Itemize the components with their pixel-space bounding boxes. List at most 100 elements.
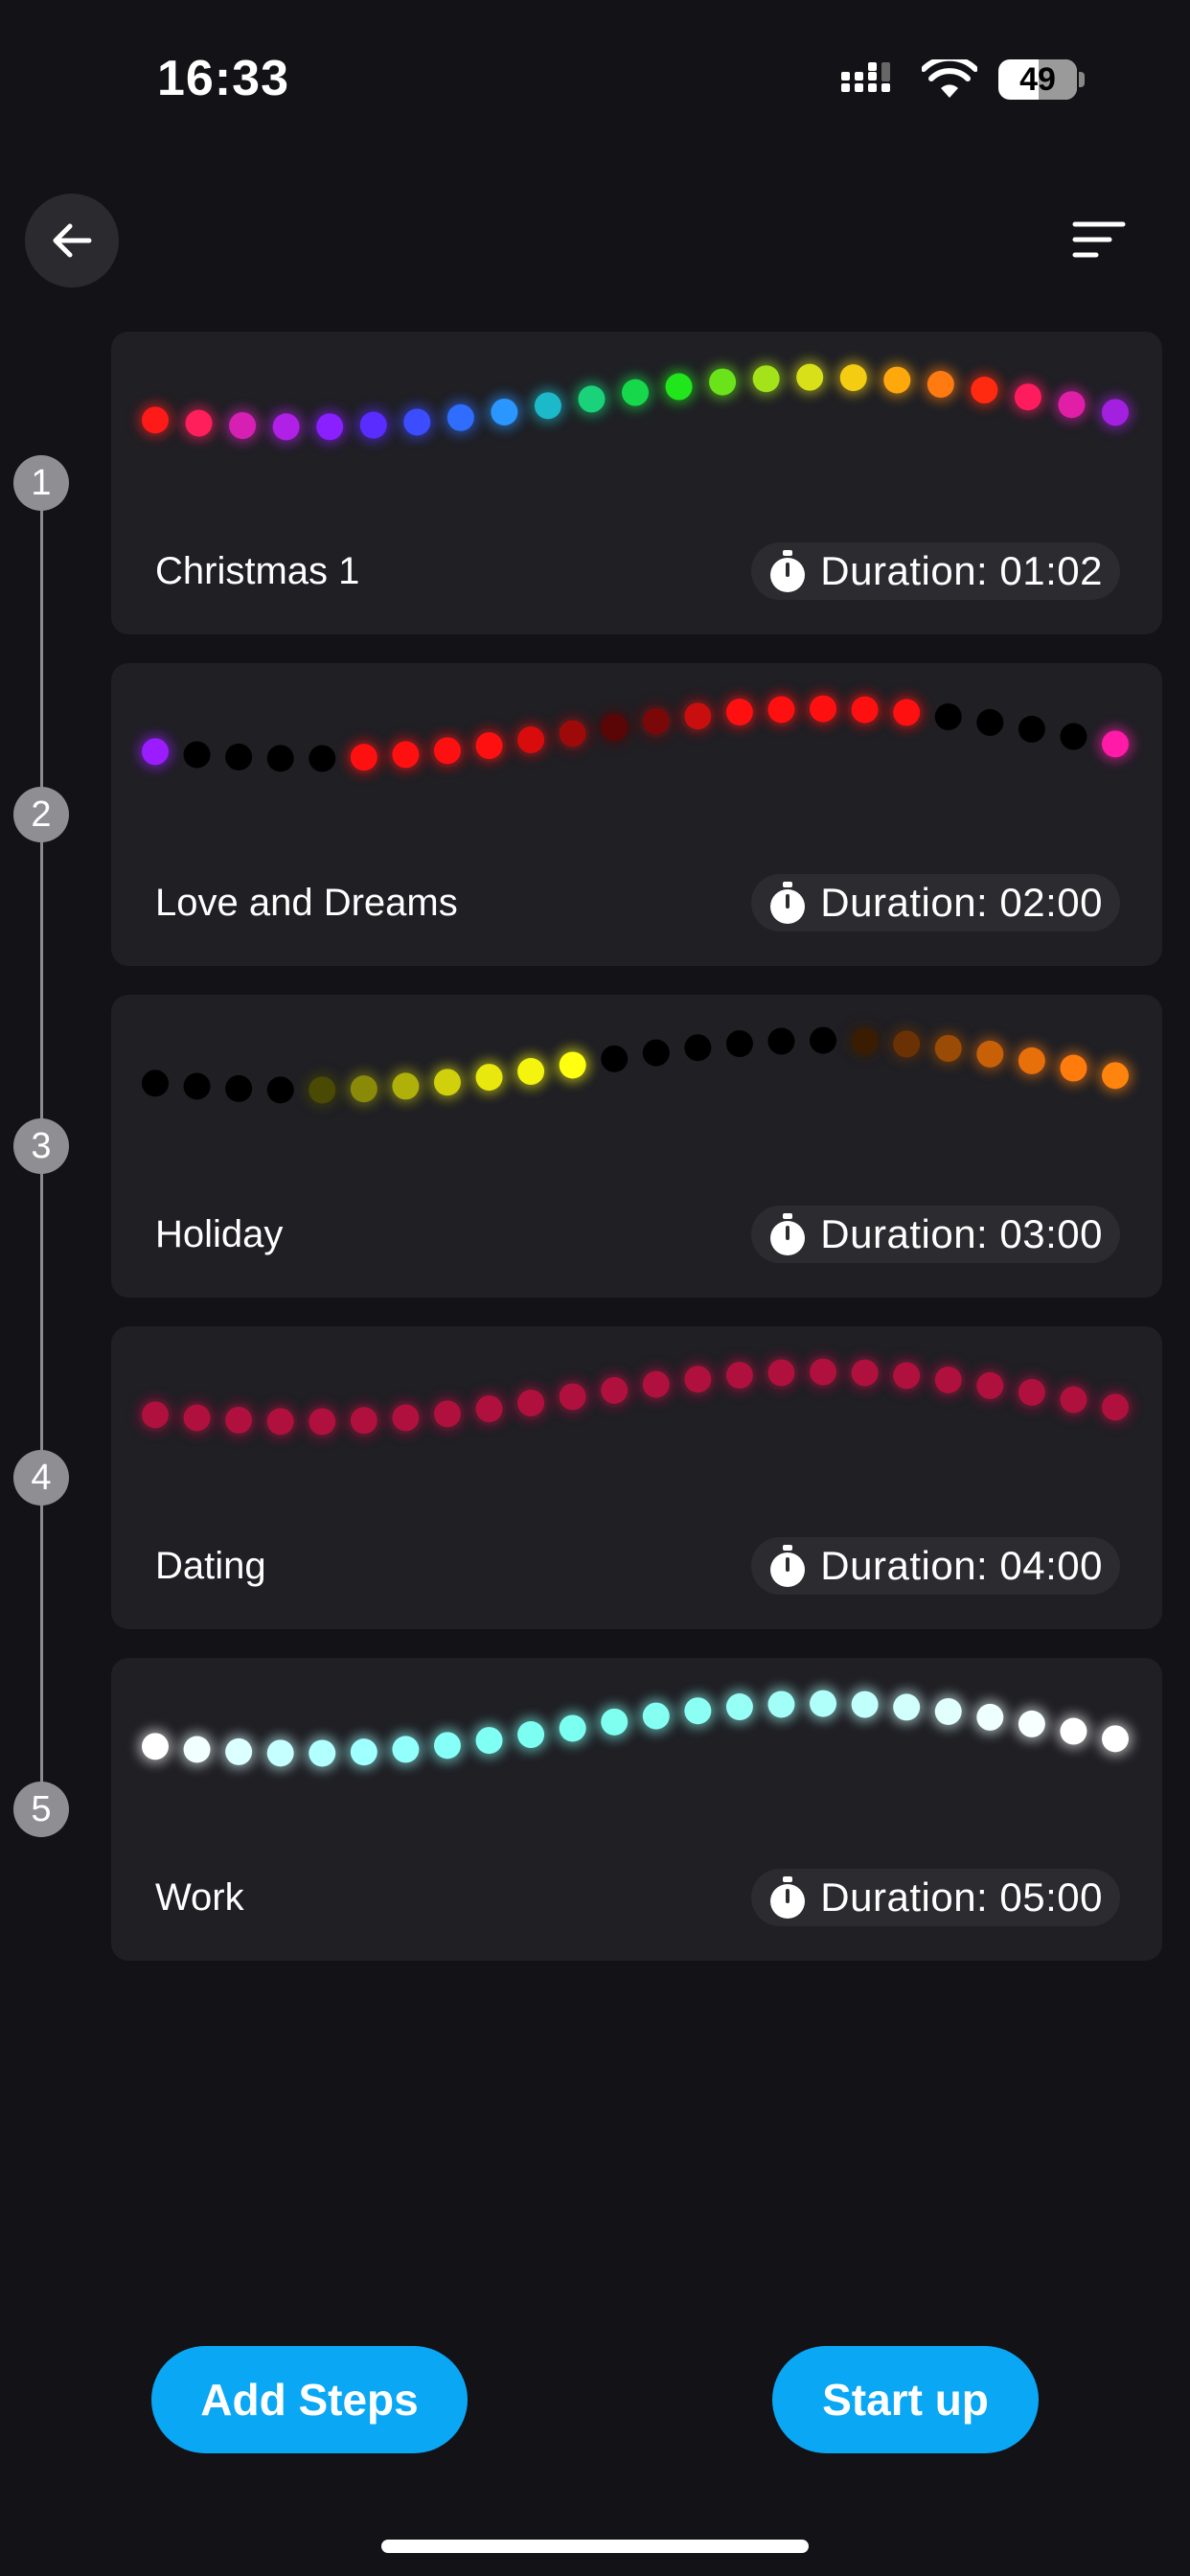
light-bulb: [309, 1408, 336, 1436]
light-bulb: [185, 409, 213, 437]
duration-label: Duration: 04:00: [820, 1543, 1103, 1588]
light-bulb: [1018, 715, 1045, 743]
step-card-4[interactable]: Dating Duration: 04:00: [111, 1326, 1162, 1629]
light-bulb: [559, 1383, 586, 1411]
status-time: 16:33: [157, 51, 289, 106]
light-bulb: [517, 1390, 545, 1417]
sort-lines-icon: [1072, 221, 1126, 258]
step-name: Work: [155, 1876, 244, 1919]
light-bulb: [601, 1376, 629, 1404]
step-marker-1: 1: [13, 455, 69, 511]
light-bulb: [183, 1072, 211, 1100]
light-bulb: [392, 1404, 420, 1432]
light-bulb: [934, 1366, 962, 1393]
stopwatch-icon: [770, 1213, 806, 1255]
light-bulb: [142, 738, 169, 766]
light-bulb: [229, 412, 257, 440]
step-marker-5: 5: [13, 1782, 69, 1837]
light-bulb: [350, 1407, 378, 1435]
light-bulb: [266, 745, 294, 772]
light-bulb: [851, 1690, 879, 1718]
light-bulb: [475, 1064, 503, 1092]
light-bulb: [601, 1708, 629, 1736]
step-name: Dating: [155, 1545, 266, 1587]
light-bulb: [934, 702, 962, 730]
light-bulb: [578, 385, 606, 413]
battery-tip: [1079, 72, 1085, 87]
light-bulb: [810, 1358, 837, 1386]
light-bulb: [642, 707, 670, 735]
light-bulb: [684, 1366, 712, 1393]
light-bulb: [642, 1370, 670, 1398]
light-bulb: [725, 699, 753, 726]
step-card-3[interactable]: Holiday Duration: 03:00: [111, 995, 1162, 1298]
light-bulb: [1018, 1046, 1045, 1074]
duration-pill[interactable]: Duration: 01:02: [751, 542, 1120, 600]
light-bulb: [559, 720, 586, 748]
home-indicator: [381, 2540, 809, 2553]
light-bulb: [491, 398, 518, 426]
light-bulb: [934, 1697, 962, 1725]
step-card-1[interactable]: Christmas 1 Duration: 01:02: [111, 332, 1162, 634]
step-marker-4: 4: [13, 1450, 69, 1506]
light-bulb: [309, 1739, 336, 1767]
light-bulb: [225, 1074, 253, 1102]
light-bulb: [475, 732, 503, 760]
light-bulb: [433, 1400, 461, 1428]
step-name: Christmas 1: [155, 550, 360, 592]
light-bulb: [559, 1051, 586, 1079]
light-bulb: [517, 1058, 545, 1086]
light-bulb: [684, 1034, 712, 1062]
duration-pill[interactable]: Duration: 05:00: [751, 1869, 1120, 1926]
light-bulb: [642, 1702, 670, 1730]
stopwatch-icon: [770, 1545, 806, 1587]
light-bulb: [893, 1362, 921, 1390]
status-icons: 49: [839, 59, 1085, 100]
light-bulb: [433, 1732, 461, 1760]
duration-pill[interactable]: Duration: 04:00: [751, 1537, 1120, 1595]
light-bulb: [1060, 723, 1087, 750]
light-bulb: [183, 1736, 211, 1763]
light-bulb: [403, 408, 431, 436]
light-bulb: [446, 403, 474, 431]
light-bulb: [893, 1693, 921, 1721]
light-bulb: [893, 1030, 921, 1058]
light-bulb: [534, 392, 561, 420]
light-bulb: [767, 696, 795, 724]
light-bulb: [266, 1076, 294, 1104]
light-bulb: [225, 1406, 253, 1434]
battery-icon: 49: [998, 59, 1077, 100]
step-marker-2: 2: [13, 787, 69, 842]
light-bulb: [309, 1076, 336, 1104]
duration-pill[interactable]: Duration: 02:00: [751, 874, 1120, 932]
light-bulb: [392, 741, 420, 769]
light-bulb: [883, 366, 911, 394]
step-name: Holiday: [155, 1213, 284, 1255]
stopwatch-icon: [770, 882, 806, 924]
light-bulb: [893, 699, 921, 726]
light-bulb: [752, 365, 780, 393]
start-up-button[interactable]: Start up: [772, 2346, 1039, 2453]
light-bulb: [839, 364, 867, 392]
step-card-5[interactable]: Work Duration: 05:00: [111, 1658, 1162, 1961]
step-card-2[interactable]: Love and Dreams Duration: 02:00: [111, 663, 1162, 966]
light-bulb: [810, 1690, 837, 1717]
light-bulb: [665, 373, 693, 401]
light-bulb: [350, 744, 378, 771]
light-bulb: [225, 743, 253, 770]
light-bulb: [934, 1034, 962, 1062]
light-bulb: [709, 368, 737, 396]
add-steps-button[interactable]: Add Steps: [151, 2346, 468, 2453]
light-bulb: [976, 1371, 1004, 1399]
sort-button[interactable]: [1065, 215, 1133, 266]
back-button[interactable]: [25, 194, 119, 288]
light-bulb: [475, 1727, 503, 1755]
light-bulb: [1102, 730, 1129, 758]
stopwatch-icon: [770, 1876, 806, 1919]
light-bulb: [433, 1069, 461, 1096]
light-bulb: [392, 1072, 420, 1100]
duration-pill[interactable]: Duration: 03:00: [751, 1206, 1120, 1263]
light-bulb: [684, 1697, 712, 1725]
duration-label: Duration: 03:00: [820, 1211, 1103, 1256]
light-preview: [142, 1024, 1133, 1108]
